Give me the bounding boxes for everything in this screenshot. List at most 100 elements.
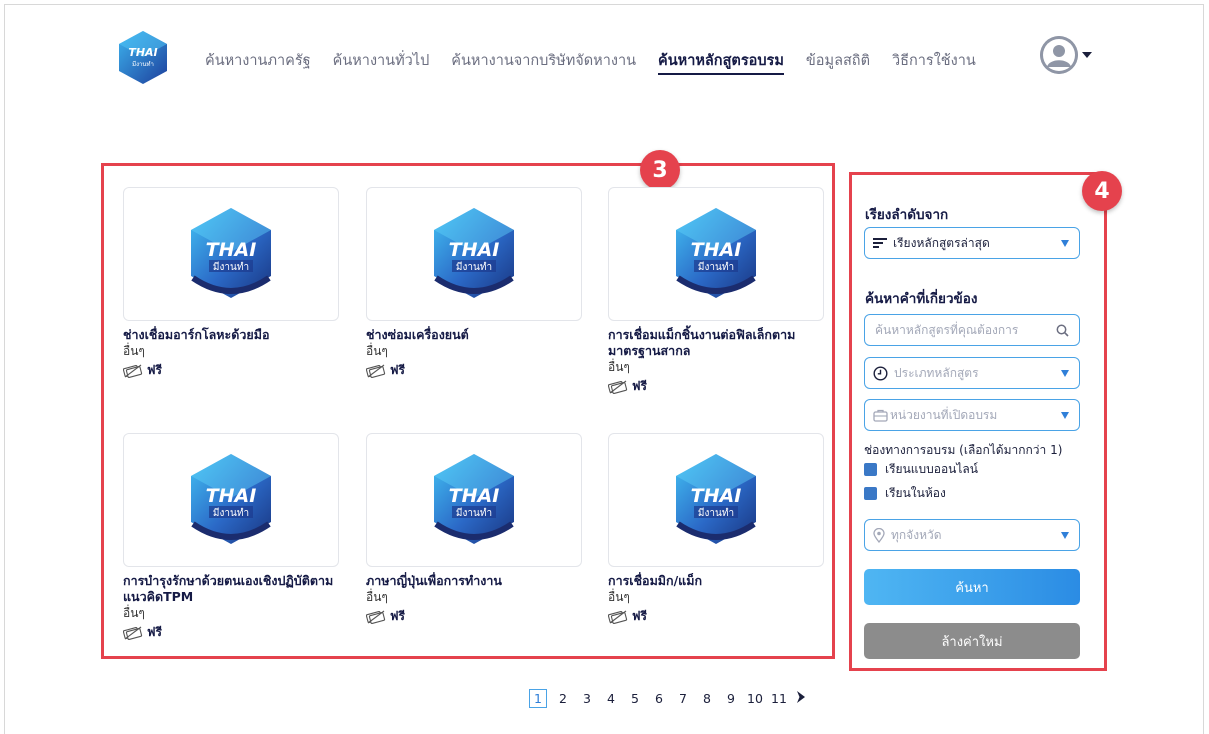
channel-classroom-label: เรียนในห้อง bbox=[885, 486, 946, 500]
user-avatar-icon bbox=[1040, 36, 1078, 74]
page-link[interactable]: 9 bbox=[719, 691, 743, 706]
course-category: อื่นๆ bbox=[123, 606, 145, 620]
course-price-label: ฟรี bbox=[632, 609, 647, 623]
briefcase-icon bbox=[873, 409, 888, 422]
province-select[interactable]: ทุกจังหวัด bbox=[864, 519, 1080, 551]
keyword-search-placeholder: ค้นหาหลักสูตรที่คุณต้องการ bbox=[875, 322, 1019, 337]
site-logo[interactable]: THAI มีงานทำ bbox=[117, 29, 169, 87]
location-pin-icon bbox=[873, 527, 885, 543]
course-category: อื่นๆ bbox=[366, 590, 388, 604]
sort-select[interactable]: เรียงหลักสูตรล่าสุด bbox=[864, 227, 1080, 259]
course-type-select[interactable]: ประเภทหลักสูตร bbox=[864, 357, 1080, 389]
course-title[interactable]: การเชื่อมมิก/แม็ก bbox=[608, 573, 824, 589]
checkbox-checked-icon bbox=[864, 487, 877, 500]
course-card[interactable]: THAI มีงานทำ ช่างซ่อมเครื่องยนต์ อื่นๆ ฟรี bbox=[366, 187, 582, 380]
svg-text:มีงานทำ: มีงานทำ bbox=[456, 507, 492, 519]
course-card[interactable]: THAI มีงานทำ การเชื่อมมิก/แม็ก อื่นๆ ฟรี bbox=[608, 433, 824, 626]
svg-text:THAI: THAI bbox=[206, 239, 257, 261]
svg-text:มีงานทำ: มีงานทำ bbox=[698, 261, 734, 273]
annotation-badge-filters: 4 bbox=[1082, 171, 1122, 211]
course-category: อื่นๆ bbox=[366, 344, 388, 358]
course-title[interactable]: การบำรุงรักษาด้วยตนเองเชิงปฏิบัติตามแนวค… bbox=[123, 573, 339, 605]
thai-mee-ngan-tham-logo-icon: THAIมีงานทำ bbox=[676, 454, 756, 544]
page-link[interactable]: 6 bbox=[647, 691, 671, 706]
course-price-label: ฟรี bbox=[390, 609, 405, 623]
keyword-search-input[interactable]: ค้นหาหลักสูตรที่คุณต้องการ bbox=[864, 314, 1080, 346]
course-price-label: ฟรี bbox=[147, 625, 162, 639]
nav-general-jobs[interactable]: ค้นหางานทั่วไป bbox=[333, 49, 430, 75]
thai-mee-ngan-tham-logo-icon: THAIมีงานทำ bbox=[191, 208, 271, 298]
money-icon bbox=[366, 610, 386, 624]
page-link[interactable]: 8 bbox=[695, 691, 719, 706]
page-link[interactable]: 2 bbox=[551, 691, 575, 706]
course-title[interactable]: ช่างเชื่อมอาร์กโลหะด้วยมือ bbox=[123, 327, 339, 343]
page-link[interactable]: 5 bbox=[623, 691, 647, 706]
course-thumbnail[interactable]: THAI มีงานทำ bbox=[608, 433, 824, 567]
course-card[interactable]: THAI มีงานทำการบำรุงรักษาด้วยตนเองเชิงปฏิ… bbox=[123, 433, 339, 642]
sort-select-value: เรียงหลักสูตรล่าสุด bbox=[893, 235, 990, 250]
course-card[interactable]: THAI มีงานทำภาษาญี่ปุ่นเพื่อการทำงาน อื่นๆ… bbox=[366, 433, 582, 626]
course-title[interactable]: ภาษาญี่ปุ่นเพื่อการทำงาน bbox=[366, 573, 582, 589]
course-price: ฟรี bbox=[123, 623, 339, 642]
channel-online-label: เรียนแบบออนไลน์ bbox=[885, 462, 978, 476]
thai-mee-ngan-tham-logo-icon: THAIมีงานทำ bbox=[191, 454, 271, 544]
course-title[interactable]: ช่างซ่อมเครื่องยนต์ bbox=[366, 327, 582, 343]
course-price-label: ฟรี bbox=[632, 379, 647, 393]
nav-training-courses[interactable]: ค้นหาหลักสูตรอบรม bbox=[658, 49, 784, 75]
course-thumbnail[interactable]: THAI มีงานทำ bbox=[366, 433, 582, 567]
page-link[interactable]: 1 bbox=[529, 689, 547, 708]
course-thumbnail[interactable]: THAI มีงานทำ bbox=[608, 187, 824, 321]
nav-agency-jobs[interactable]: ค้นหางานจากบริษัทจัดหางาน bbox=[451, 49, 636, 75]
thai-mee-ngan-tham-logo-icon: THAIมีงานทำ bbox=[434, 454, 514, 544]
search-button[interactable]: ค้นหา bbox=[864, 569, 1080, 605]
svg-text:มีงานทำ: มีงานทำ bbox=[698, 507, 734, 519]
nav-how-to-use[interactable]: วิธีการใช้งาน bbox=[892, 49, 976, 75]
channel-classroom-checkbox[interactable]: เรียนในห้อง bbox=[864, 484, 946, 503]
course-thumbnail[interactable]: THAI มีงานทำ bbox=[366, 187, 582, 321]
reset-button[interactable]: ล้างค่าใหม่ bbox=[864, 623, 1080, 659]
dropdown-arrow-icon bbox=[1061, 411, 1069, 419]
page-link[interactable]: 7 bbox=[671, 691, 695, 706]
user-menu[interactable] bbox=[1040, 36, 1092, 74]
page-link[interactable]: 3 bbox=[575, 691, 599, 706]
svg-text:THAI: THAI bbox=[449, 485, 500, 507]
course-thumbnail[interactable]: THAI มีงานทำ bbox=[123, 433, 339, 567]
course-price: ฟรี bbox=[123, 361, 339, 380]
svg-text:มีงานทำ: มีงานทำ bbox=[132, 60, 154, 68]
svg-text:มีงานทำ: มีงานทำ bbox=[213, 507, 249, 519]
search-icon bbox=[1056, 324, 1069, 337]
channel-online-checkbox[interactable]: เรียนแบบออนไลน์ bbox=[864, 460, 978, 479]
course-card[interactable]: THAI มีงานทำการเชื่อมแม็กชิ้นงานต่อฟิลเล็… bbox=[608, 187, 824, 396]
course-price: ฟรี bbox=[608, 377, 824, 396]
organization-select[interactable]: หน่วยงานที่เปิดอบรม bbox=[864, 399, 1080, 431]
svg-text:THAI: THAI bbox=[206, 485, 257, 507]
nav-gov-jobs[interactable]: ค้นหางานภาครัฐ bbox=[205, 49, 311, 75]
search-heading: ค้นหาคำที่เกี่ยวข้อง bbox=[865, 291, 978, 307]
pagination: 1 2 3 4 5 6 7 8 9 10 11 bbox=[529, 689, 807, 708]
nav-statistics[interactable]: ข้อมูลสถิติ bbox=[806, 49, 870, 75]
dropdown-arrow-icon bbox=[1061, 239, 1069, 247]
money-icon bbox=[123, 364, 143, 378]
annotation-badge-courses: 3 bbox=[640, 150, 680, 190]
chevron-down-icon bbox=[1082, 52, 1092, 58]
course-card[interactable]: THAI มีงานทำช่างเชื่อมอาร์กโลหะด้วยมือ อื่… bbox=[123, 187, 339, 380]
clock-icon bbox=[873, 365, 888, 381]
province-placeholder: ทุกจังหวัด bbox=[891, 527, 942, 542]
page-link[interactable]: 10 bbox=[743, 691, 767, 706]
course-title[interactable]: การเชื่อมแม็กชิ้นงานต่อฟิลเล็กตามมาตรฐาน… bbox=[608, 327, 824, 359]
organization-placeholder: หน่วยงานที่เปิดอบรม bbox=[890, 407, 998, 422]
course-category: อื่นๆ bbox=[123, 344, 145, 358]
page-link[interactable]: 11 bbox=[767, 691, 791, 706]
svg-text:THAI: THAI bbox=[691, 239, 742, 261]
checkbox-checked-icon bbox=[864, 463, 877, 476]
course-price: ฟรี bbox=[608, 607, 824, 626]
main-nav: ค้นหางานภาครัฐ ค้นหางานทั่วไป ค้นหางานจา… bbox=[205, 49, 998, 75]
course-thumbnail[interactable]: THAI มีงานทำ bbox=[123, 187, 339, 321]
course-category: อื่นๆ bbox=[608, 360, 630, 374]
svg-text:THAI: THAI bbox=[128, 46, 157, 59]
next-page-icon[interactable] bbox=[795, 689, 807, 708]
training-channel-label: ช่องทางการอบรม (เลือกได้มากกว่า 1) bbox=[864, 443, 1063, 457]
course-type-placeholder: ประเภทหลักสูตร bbox=[894, 365, 979, 380]
money-icon bbox=[608, 610, 628, 624]
page-link[interactable]: 4 bbox=[599, 691, 623, 706]
